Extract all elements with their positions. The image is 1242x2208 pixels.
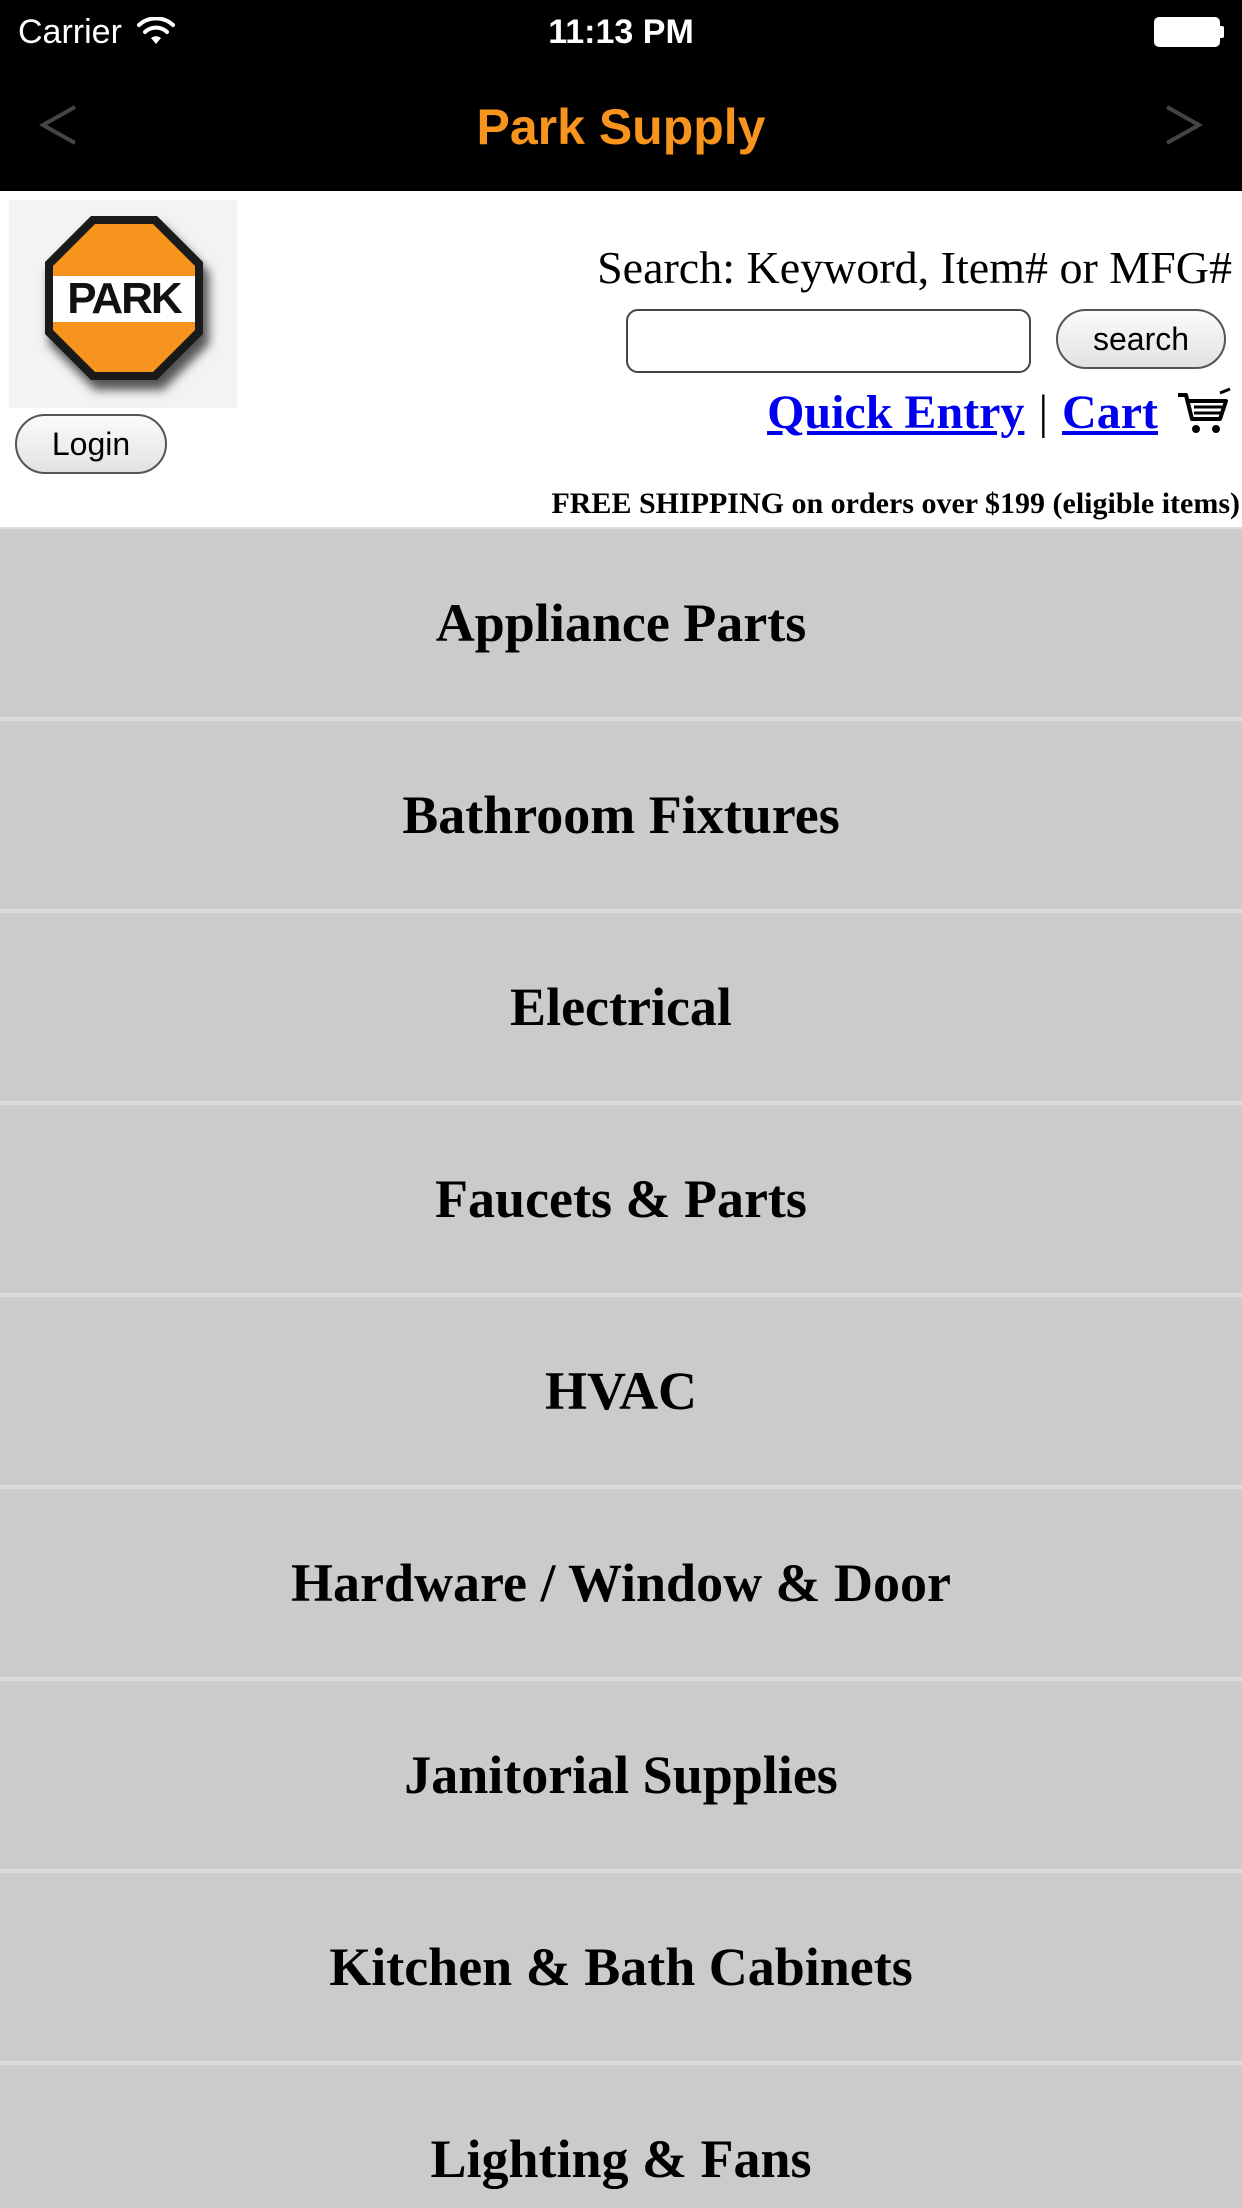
category-kitchen-bath-cabinets[interactable]: Kitchen & Bath Cabinets — [0, 1873, 1242, 2065]
category-faucets-parts[interactable]: Faucets & Parts — [0, 1105, 1242, 1297]
login-button[interactable]: Login — [15, 414, 167, 474]
cart-icon[interactable] — [1172, 387, 1232, 437]
chevron-right-icon — [1166, 105, 1204, 145]
search-label: Search: Keyword, Item# or MFG# — [597, 242, 1232, 293]
shipping-notice: FREE SHIPPING on orders over $199 (eligi… — [551, 487, 1240, 520]
status-time: 11:13 PM — [548, 13, 694, 51]
park-logo[interactable]: PARK — [9, 200, 237, 408]
top-bar: Carrier 11:13 PM Park Supply — [0, 0, 1242, 191]
category-hardware-window-door[interactable]: Hardware / Window & Door — [0, 1489, 1242, 1681]
search-button[interactable]: search — [1056, 309, 1226, 369]
category-list: Appliance Parts Bathroom Fixtures Electr… — [0, 527, 1242, 2208]
quick-entry-link[interactable]: Quick Entry — [767, 385, 1024, 440]
category-bathroom-fixtures[interactable]: Bathroom Fixtures — [0, 721, 1242, 913]
forward-button[interactable] — [1148, 90, 1218, 160]
cart-link[interactable]: Cart — [1062, 385, 1158, 440]
park-logo-icon: PARK — [45, 216, 209, 390]
header-links: Quick Entry | Cart — [767, 377, 1232, 447]
svg-text:PARK: PARK — [67, 274, 183, 323]
page-title: Park Supply — [476, 99, 766, 155]
category-hvac[interactable]: HVAC — [0, 1297, 1242, 1489]
battery-icon — [1154, 17, 1224, 47]
category-appliance-parts[interactable]: Appliance Parts — [0, 527, 1242, 721]
category-lighting-fans[interactable]: Lighting & Fans — [0, 2065, 1242, 2208]
category-electrical[interactable]: Electrical — [0, 913, 1242, 1105]
site-header: PARK Login Search: Keyword, Item# or MFG… — [0, 191, 1242, 527]
link-separator: | — [1038, 385, 1049, 439]
search-input[interactable] — [626, 309, 1031, 373]
category-janitorial-supplies[interactable]: Janitorial Supplies — [0, 1681, 1242, 1873]
